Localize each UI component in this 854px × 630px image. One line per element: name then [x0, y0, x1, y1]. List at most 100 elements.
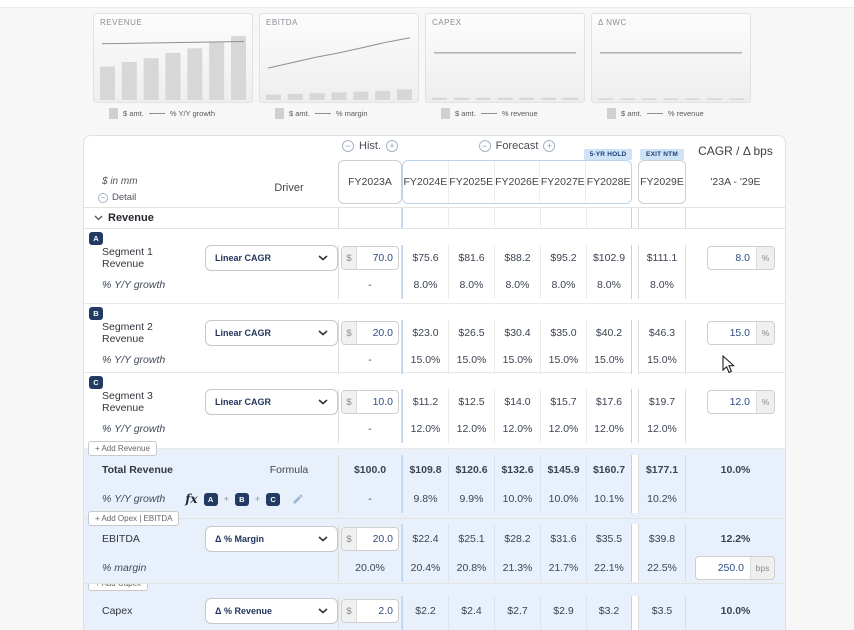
capex-row: + Add Capex Capex Δ % Revenue $2.0 $2.2 … — [84, 584, 785, 630]
value-cell: $81.6 — [448, 245, 494, 271]
segment-a-badge: A — [89, 232, 103, 245]
segment-3-amount-input[interactable]: $10.0 — [341, 390, 399, 414]
chart-legend: $ amt. % margin — [259, 108, 419, 119]
chevron-down-icon — [318, 255, 328, 261]
driver-header: Driver — [234, 182, 344, 194]
forecast-col-group: FY2024E FY2025E FY2026E FY2027E FY2028E — [402, 160, 632, 204]
segment-1-cagr-input[interactable]: 8.0% — [707, 246, 775, 270]
growth-label: % Y/Y growth — [84, 346, 338, 374]
bar-legend-swatch — [607, 108, 616, 119]
chevron-down-icon — [94, 215, 103, 221]
add-revenue-button[interactable]: + Add Revenue — [88, 441, 157, 456]
chart-plot — [260, 14, 418, 102]
bar-legend-label: $ amt. — [621, 109, 642, 118]
col-header-fy2028e: FY2028E — [585, 161, 631, 203]
chart-legend: $ amt. % Y/Y growth — [93, 108, 253, 119]
forecast-plus-icon[interactable]: + — [543, 140, 555, 152]
revenue-section-row: Revenue — [84, 208, 785, 229]
ebitda-label: EBITDA — [102, 533, 197, 545]
formula-driver-label: Formula — [234, 464, 344, 476]
forecast-minus-icon[interactable]: − — [479, 140, 491, 152]
cagr-range-label: '23A - '29E — [686, 160, 785, 204]
chart-plot — [426, 14, 584, 102]
ebitda-bps-input[interactable]: 250.0bps — [695, 556, 775, 580]
line-legend-label: % margin — [336, 109, 368, 118]
line-legend-label: % Y/Y growth — [170, 109, 215, 118]
segment-c-badge: C — [89, 376, 103, 389]
chevron-down-icon — [318, 536, 328, 542]
value-cell: $88.2 — [494, 245, 540, 271]
detail-label: Detail — [112, 192, 136, 203]
edit-pencil-icon[interactable] — [292, 493, 304, 505]
chevron-down-icon — [318, 330, 328, 336]
segment-1-label: Segment 1 Revenue — [102, 246, 197, 270]
detail-minus-icon[interactable]: − — [98, 193, 108, 203]
value-cell: $95.2 — [540, 245, 586, 271]
growth-label: % Y/Y growth — [84, 271, 338, 299]
formula-badge-b: B — [235, 493, 249, 506]
capex-driver-select[interactable]: Δ % Revenue — [205, 598, 338, 624]
segment-2-label: Segment 2 Revenue — [102, 321, 197, 345]
table-header: − Hist. + − Forecast + 5-YR HOLD EXIT NT… — [84, 136, 785, 208]
segment-1-driver-select[interactable]: Linear CAGR — [205, 245, 338, 271]
chart-legend: $ amt. % revenue — [425, 108, 585, 119]
capex-amount-input[interactable]: $2.0 — [341, 599, 399, 623]
segment-2-amount-input[interactable]: $20.0 — [341, 321, 399, 345]
add-opex-ebitda-button[interactable]: + Add Opex | EBITDA — [88, 511, 179, 526]
segment-1-row: A Segment 1 Revenue Linear CAGR $70.0 $7… — [84, 229, 785, 304]
growth-label: % Y/Y growth — [102, 493, 165, 505]
chart-title: REVENUE — [100, 18, 142, 27]
segment-3-driver-select[interactable]: Linear CAGR — [205, 389, 338, 415]
hist-toggle-group: − Hist. + — [338, 140, 402, 152]
hold-badge: 5-YR HOLD — [584, 149, 632, 160]
line-legend-swatch — [647, 113, 663, 114]
revenue-chart: REVENUE $ amt. % Y/Y growth — [93, 13, 253, 119]
hist-minus-icon[interactable]: − — [342, 140, 354, 152]
model-table: − Hist. + − Forecast + 5-YR HOLD EXIT NT… — [83, 135, 786, 630]
chart-legend: $ amt. % revenue — [591, 108, 751, 119]
col-header-fy2025e: FY2025E — [448, 161, 494, 203]
exit-ntm-badge: EXIT NTM — [640, 149, 684, 160]
chart-card: Δ NWC — [591, 13, 751, 103]
cagr-header: CAGR / Δ bps — [686, 144, 785, 158]
col-header-fy2024e: FY2024E — [403, 161, 448, 203]
col-header-fy2029e: FY2029E — [638, 160, 686, 204]
chart-plot — [94, 14, 252, 102]
col-header-fy2023a: FY2023A — [338, 160, 402, 204]
bar-legend-label: $ amt. — [289, 109, 310, 118]
capex-label: Capex — [102, 605, 197, 617]
ebitda-amount-input[interactable]: $20.0 — [341, 527, 399, 551]
chart-title: EBITDA — [266, 18, 298, 27]
segment-2-cagr-input[interactable]: 15.0% — [707, 321, 775, 345]
ebitda-driver-select[interactable]: Δ % Margin — [205, 526, 338, 552]
total-revenue-label: Total Revenue — [102, 464, 197, 476]
detail-toggle[interactable]: − Detail — [98, 192, 136, 203]
segment-2-driver-select[interactable]: Linear CAGR — [205, 320, 338, 346]
chevron-down-icon — [318, 399, 328, 405]
bar-legend-label: $ amt. — [455, 109, 476, 118]
margin-label: % margin — [84, 554, 338, 582]
forecast-label: Forecast — [496, 140, 539, 152]
fx-icon: fx — [185, 492, 197, 506]
bar-legend-swatch — [441, 108, 450, 119]
hist-label: Hist. — [359, 140, 381, 152]
formula-badge-c: C — [266, 493, 280, 506]
add-capex-button[interactable]: + Add Capex — [88, 584, 148, 591]
hist-plus-icon[interactable]: + — [386, 140, 398, 152]
summary-charts: REVENUE $ amt. % Y/Y growth EBITDA $ amt… — [93, 13, 854, 119]
line-legend-label: % revenue — [668, 109, 704, 118]
bar-legend-swatch — [109, 108, 118, 119]
exit-value-cell: $111.1 — [638, 245, 686, 271]
line-legend-swatch — [149, 113, 165, 114]
bar-legend-label: $ amt. — [123, 109, 144, 118]
line-legend-label: % revenue — [502, 109, 538, 118]
chevron-down-icon — [318, 608, 328, 614]
segment-3-cagr-input[interactable]: 12.0% — [707, 390, 775, 414]
line-legend-swatch — [481, 113, 497, 114]
revenue-section-title[interactable]: Revenue — [84, 208, 338, 228]
nwc-chart: Δ NWC $ amt. % revenue — [591, 13, 751, 119]
growth-label: % Y/Y growth — [84, 415, 338, 443]
segment-1-amount-input[interactable]: $70.0 — [341, 246, 399, 270]
chart-title: Δ NWC — [598, 18, 627, 27]
bar-legend-swatch — [275, 108, 284, 119]
